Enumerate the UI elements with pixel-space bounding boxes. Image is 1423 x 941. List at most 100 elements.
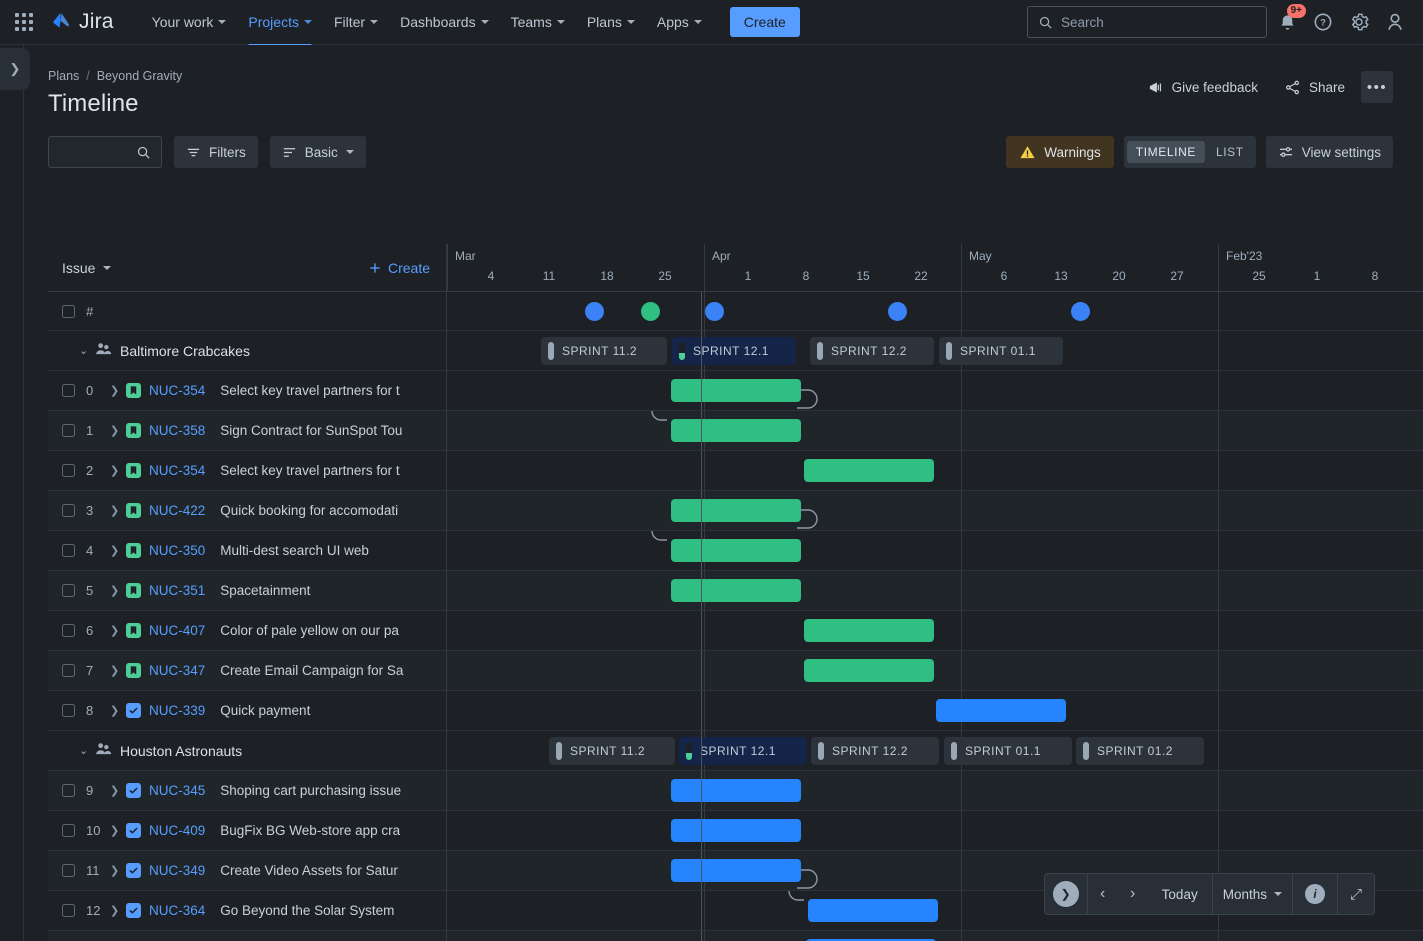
- row-checkbox[interactable]: [62, 824, 75, 837]
- collapse-group-chevron[interactable]: ⌄: [79, 344, 95, 357]
- expand-row-chevron[interactable]: ❯: [110, 504, 126, 517]
- issue-row[interactable]: 0❯NUC-354Select key travel partners for …: [48, 371, 1423, 411]
- row-checkbox[interactable]: [62, 584, 75, 597]
- gantt-bar[interactable]: [671, 539, 801, 562]
- sprint-capsule[interactable]: SPRINT 12.1: [672, 337, 796, 365]
- expand-row-chevron[interactable]: ❯: [110, 544, 126, 557]
- issue-key-link[interactable]: NUC-354: [149, 383, 205, 398]
- info-button[interactable]: i: [1305, 884, 1325, 904]
- gantt-bar[interactable]: [671, 819, 801, 842]
- nav-item-projects[interactable]: Projects: [238, 8, 322, 36]
- expand-row-chevron[interactable]: ❯: [110, 784, 126, 797]
- issue-key-link[interactable]: NUC-339: [149, 703, 205, 718]
- gantt-bar[interactable]: [804, 459, 934, 482]
- issue-key-link[interactable]: NUC-407: [149, 623, 205, 638]
- gantt-bar[interactable]: [671, 379, 801, 402]
- issue-key-link[interactable]: NUC-345: [149, 783, 205, 798]
- fullscreen-button[interactable]: ⤢: [1338, 886, 1374, 903]
- issue-row[interactable]: 6❯NUC-407Color of pale yellow on our pa: [48, 611, 1423, 651]
- nav-item-apps[interactable]: Apps: [647, 8, 712, 36]
- gantt-bar[interactable]: [671, 579, 801, 602]
- app-switcher-icon[interactable]: [12, 10, 36, 34]
- issue-key-link[interactable]: NUC-351: [149, 583, 205, 598]
- issue-row[interactable]: 4❯NUC-350Multi-dest search UI web: [48, 531, 1423, 571]
- issue-key-link[interactable]: NUC-364: [149, 903, 205, 918]
- sprint-capsule[interactable]: SPRINT 01.1: [944, 737, 1072, 765]
- expand-row-chevron[interactable]: ❯: [110, 704, 126, 717]
- issue-key-link[interactable]: NUC-358: [149, 423, 205, 438]
- issue-key-link[interactable]: NUC-349: [149, 863, 205, 878]
- gantt-bar[interactable]: [804, 619, 934, 642]
- nav-item-teams[interactable]: Teams: [501, 8, 575, 36]
- issue-key-link[interactable]: NUC-422: [149, 503, 205, 518]
- nav-item-filter[interactable]: Filter: [324, 8, 388, 36]
- row-checkbox[interactable]: [62, 904, 75, 917]
- issue-row[interactable]: 13❯NUC-419Onboard workout options (OW: [48, 931, 1423, 941]
- create-issue-button[interactable]: Create: [368, 260, 430, 276]
- gantt-bar[interactable]: [808, 899, 938, 922]
- global-search-input[interactable]: Search: [1027, 6, 1267, 38]
- row-checkbox[interactable]: [62, 864, 75, 877]
- help-button[interactable]: ?: [1307, 6, 1339, 38]
- gantt-bar[interactable]: [671, 779, 801, 802]
- expand-row-chevron[interactable]: ❯: [110, 624, 126, 637]
- collapse-group-chevron[interactable]: ⌄: [79, 744, 95, 757]
- sprint-capsule[interactable]: SPRINT 01.1: [939, 337, 1063, 365]
- expand-sidebar-button[interactable]: ❯: [0, 48, 30, 90]
- profile-avatar[interactable]: [1379, 6, 1411, 38]
- milestone-dot[interactable]: [705, 302, 724, 321]
- row-checkbox[interactable]: [62, 664, 75, 677]
- tab-timeline[interactable]: TIMELINE: [1127, 141, 1205, 163]
- expand-row-chevron[interactable]: ❯: [110, 864, 126, 877]
- sprint-capsule[interactable]: SPRINT 11.2: [549, 737, 675, 765]
- milestone-dot[interactable]: [585, 302, 604, 321]
- issue-key-link[interactable]: NUC-354: [149, 463, 205, 478]
- expand-row-chevron[interactable]: ❯: [110, 384, 126, 397]
- next-period-button[interactable]: ›: [1118, 879, 1148, 909]
- row-checkbox[interactable]: [62, 624, 75, 637]
- row-checkbox[interactable]: [62, 544, 75, 557]
- breadcrumb-plans[interactable]: Plans: [48, 69, 79, 83]
- sprint-capsule[interactable]: SPRINT 12.2: [810, 337, 934, 365]
- gantt-bar[interactable]: [804, 659, 934, 682]
- filters-button[interactable]: Filters: [174, 136, 258, 168]
- view-settings-button[interactable]: View settings: [1266, 136, 1393, 168]
- nav-item-your-work[interactable]: Your work: [142, 8, 237, 36]
- expand-row-chevron[interactable]: ❯: [110, 464, 126, 477]
- select-all-checkbox[interactable]: [62, 305, 75, 318]
- gantt-bar[interactable]: [671, 499, 801, 522]
- tab-list[interactable]: LIST: [1207, 141, 1253, 163]
- row-checkbox[interactable]: [62, 504, 75, 517]
- gantt-bar[interactable]: [671, 859, 801, 882]
- row-checkbox[interactable]: [62, 384, 75, 397]
- row-checkbox[interactable]: [62, 424, 75, 437]
- issue-row[interactable]: 2❯NUC-354Select key travel partners for …: [48, 451, 1423, 491]
- issue-row[interactable]: 3❯NUC-422Quick booking for accomodati: [48, 491, 1423, 531]
- view-mode-dropdown[interactable]: Basic: [270, 136, 366, 168]
- sprint-capsule[interactable]: SPRINT 12.1: [679, 737, 807, 765]
- expand-row-chevron[interactable]: ❯: [110, 904, 126, 917]
- issue-row[interactable]: 9❯NUC-345Shoping cart purchasing issue: [48, 771, 1423, 811]
- timeline-search-input[interactable]: [48, 136, 162, 168]
- issue-row[interactable]: 7❯NUC-347Create Email Campaign for Sa: [48, 651, 1423, 691]
- create-button[interactable]: Create: [730, 7, 800, 37]
- more-actions-button[interactable]: •••: [1361, 71, 1393, 103]
- give-feedback-button[interactable]: Give feedback: [1137, 73, 1268, 102]
- milestone-dot[interactable]: [888, 302, 907, 321]
- milestone-dot[interactable]: [1071, 302, 1090, 321]
- share-button[interactable]: Share: [1274, 73, 1355, 102]
- issue-key-link[interactable]: NUC-347: [149, 663, 205, 678]
- breadcrumb-beyond-gravity[interactable]: Beyond Gravity: [97, 69, 182, 83]
- gantt-bar[interactable]: [671, 419, 801, 442]
- nav-item-dashboards[interactable]: Dashboards: [390, 8, 499, 36]
- sprint-capsule[interactable]: SPRINT 12.2: [811, 737, 939, 765]
- milestone-dot[interactable]: [641, 302, 660, 321]
- expand-row-chevron[interactable]: ❯: [110, 824, 126, 837]
- issue-row[interactable]: 10❯NUC-409BugFix BG Web-store app cra: [48, 811, 1423, 851]
- sprint-capsule[interactable]: SPRINT 01.2: [1076, 737, 1204, 765]
- nav-item-plans[interactable]: Plans: [577, 8, 645, 36]
- sprint-capsule[interactable]: SPRINT 11.2: [541, 337, 667, 365]
- expand-row-chevron[interactable]: ❯: [110, 584, 126, 597]
- expand-row-chevron[interactable]: ❯: [110, 664, 126, 677]
- issue-row[interactable]: 8❯NUC-339Quick payment: [48, 691, 1423, 731]
